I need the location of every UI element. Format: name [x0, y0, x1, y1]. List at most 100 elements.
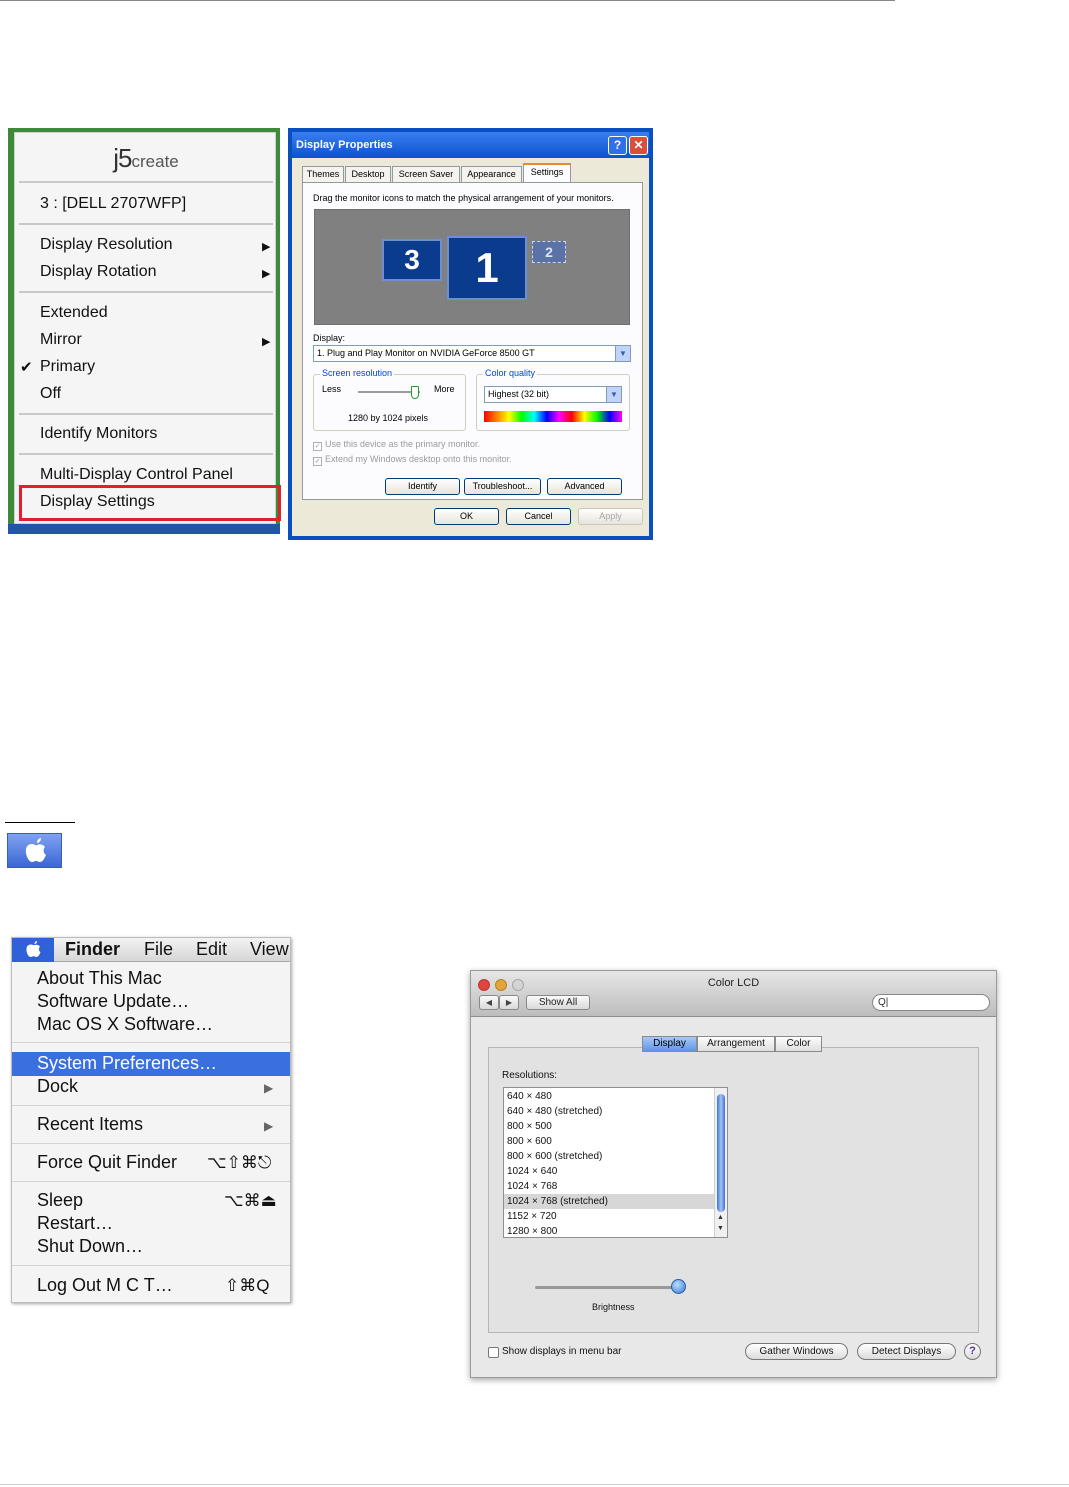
list-item[interactable]: 640 × 480 (stretched) [504, 1104, 714, 1119]
troubleshoot-button[interactable]: Troubleshoot... [464, 478, 541, 495]
color-quality-value: Highest (32 bit) [488, 389, 550, 399]
checkbox-icon[interactable]: ✓ [313, 457, 322, 466]
ok-button[interactable]: OK [434, 508, 499, 525]
advanced-button[interactable]: Advanced [547, 478, 622, 495]
j5-context-menu: j5create 3 : [DELL 2707WFP] Display Reso… [14, 132, 281, 524]
color-spectrum [484, 411, 622, 422]
forward-button[interactable]: ▶ [499, 995, 519, 1010]
primary-monitor-checkbox[interactable]: ✓ Use this device as the primary monitor. [313, 439, 480, 451]
monitor-1-icon[interactable]: 1 [447, 236, 527, 300]
list-item[interactable]: 800 × 500 [504, 1119, 714, 1134]
menu-item-shut-down[interactable]: Shut Down… [37, 1236, 143, 1257]
help-button[interactable]: ? [964, 1343, 981, 1360]
monitor-arrangement[interactable]: 3 1 2 [314, 209, 630, 325]
submenu-arrow-icon: ▶ [262, 336, 271, 348]
menu-item-mirror[interactable]: Mirror [40, 331, 82, 349]
brightness-slider-thumb[interactable] [670, 1279, 686, 1294]
show-displays-label: Show displays in menu bar [502, 1346, 622, 1357]
monitor-2-icon[interactable]: 2 [532, 241, 566, 263]
identify-button[interactable]: Identify [385, 478, 460, 495]
help-button[interactable]: ? [608, 136, 627, 155]
list-item[interactable]: 800 × 600 [504, 1134, 714, 1149]
gather-windows-button[interactable]: Gather Windows [745, 1343, 848, 1360]
menu-bar-file[interactable]: File [144, 939, 173, 960]
screen-resolution-label: Screen resolution [320, 368, 395, 378]
resolution-slider-thumb[interactable] [411, 386, 419, 399]
brightness-slider-track[interactable] [535, 1286, 685, 1289]
apple-glyph [25, 838, 46, 862]
menu-item-sleep[interactable]: Sleep [37, 1190, 83, 1211]
close-button[interactable]: ✕ [629, 136, 648, 155]
menu-item-recent-items[interactable]: Recent Items [37, 1114, 143, 1135]
scrollbar-thumb[interactable] [717, 1094, 725, 1212]
extend-desktop-label: Extend my Windows desktop onto this moni… [325, 454, 512, 464]
display-properties-dialog: Display Properties ? ✕ Themes Desktop Sc… [288, 128, 653, 540]
menu-bar-edit[interactable]: Edit [196, 939, 227, 960]
tab-desktop[interactable]: Desktop [345, 166, 391, 182]
menu-item-primary[interactable]: Primary [40, 358, 95, 376]
checkbox-icon[interactable]: ✓ [313, 442, 322, 451]
menu-item-display-rotation[interactable]: Display Rotation [40, 263, 157, 281]
menu-item-force-quit[interactable]: Force Quit Finder [37, 1152, 177, 1173]
list-item[interactable]: 1024 × 768 [504, 1179, 714, 1194]
menu-item-restart[interactable]: Restart… [37, 1213, 113, 1234]
tab-settings[interactable]: Settings [523, 163, 571, 183]
tab-color[interactable]: Color [775, 1036, 822, 1052]
force-quit-shortcut: ⌥⇧⌘⎋ [207, 1153, 272, 1172]
apple-menu: Finder File Edit View About This Mac Sof… [11, 937, 291, 1303]
apply-button[interactable]: Apply [578, 508, 643, 525]
menu-item-display-resolution[interactable]: Display Resolution [40, 236, 173, 254]
menu-bar-view[interactable]: View [250, 939, 289, 960]
list-item[interactable]: 800 × 600 (stretched) [504, 1149, 714, 1164]
detect-displays-button[interactable]: Detect Displays [857, 1343, 956, 1360]
list-item[interactable]: 640 × 480 [504, 1089, 714, 1104]
tab-display[interactable]: Display [642, 1036, 697, 1052]
menu-item-mac-os-software[interactable]: Mac OS X Software… [37, 1014, 213, 1035]
primary-monitor-label: Use this device as the primary monitor. [325, 439, 481, 449]
chevron-down-icon[interactable]: ▼ [606, 387, 621, 402]
menu-bar-finder[interactable]: Finder [65, 939, 120, 960]
menu-item-identify-monitors[interactable]: Identify Monitors [40, 425, 157, 443]
display-select[interactable]: 1. Plug and Play Monitor on NVIDIA GeFor… [313, 345, 631, 362]
list-scrollbar[interactable]: ▲ ▼ [714, 1088, 727, 1237]
menu-item-monitor[interactable]: 3 : [DELL 2707WFP] [40, 195, 186, 213]
list-item[interactable]: 1280 × 800 [504, 1224, 714, 1237]
search-input[interactable]: Q| [872, 994, 990, 1011]
tab-arrangement[interactable]: Arrangement [697, 1036, 775, 1052]
extend-desktop-checkbox[interactable]: ✓ Extend my Windows desktop onto this mon… [313, 454, 512, 466]
menu-item-extended[interactable]: Extended [40, 304, 108, 322]
chevron-down-icon[interactable]: ▼ [615, 346, 630, 361]
menu-item-log-out[interactable]: Log Out M C T… [37, 1275, 173, 1296]
back-button[interactable]: ◀ [479, 995, 499, 1010]
log-out-shortcut: ⇧⌘Q [225, 1276, 270, 1295]
cancel-button[interactable]: Cancel [506, 508, 571, 525]
tab-appearance[interactable]: Appearance [461, 166, 522, 182]
menu-bar: Finder File Edit View [12, 938, 290, 962]
menu-item-dock[interactable]: Dock [37, 1076, 78, 1097]
color-quality-select[interactable]: Highest (32 bit) ▼ [484, 386, 622, 403]
j5-logo: j5create [113, 143, 179, 173]
list-item[interactable]: 1024 × 640 [504, 1164, 714, 1179]
show-displays-checkbox[interactable] [488, 1347, 499, 1358]
scroll-down-icon[interactable]: ▼ [717, 1225, 724, 1232]
monitor-3-icon[interactable]: 3 [382, 239, 442, 281]
dialog-title: Display Properties [292, 132, 649, 158]
show-all-button[interactable]: Show All [526, 995, 590, 1010]
menu-item-off[interactable]: Off [40, 385, 61, 403]
list-item-selected[interactable]: 1024 × 768 (stretched) [504, 1194, 714, 1209]
resolutions-list[interactable]: 640 × 480 640 × 480 (stretched) 800 × 50… [503, 1087, 728, 1238]
apple-menu-button[interactable] [12, 938, 54, 962]
menu-item-control-panel[interactable]: Multi-Display Control Panel [40, 466, 233, 484]
menu-separator [12, 1042, 290, 1043]
tab-themes[interactable]: Themes [302, 166, 344, 182]
resolutions-label: Resolutions: [502, 1070, 558, 1081]
scroll-up-icon[interactable]: ▲ [717, 1214, 724, 1221]
list-item[interactable]: 1152 × 720 [504, 1209, 714, 1224]
bottom-rule [0, 1484, 1069, 1485]
submenu-arrow-icon: ▶ [264, 1081, 274, 1095]
tab-screen-saver[interactable]: Screen Saver [392, 166, 460, 182]
menu-separator [12, 1265, 290, 1266]
menu-item-software-update[interactable]: Software Update… [37, 991, 189, 1012]
menu-item-about[interactable]: About This Mac [37, 968, 162, 989]
menu-item-system-preferences[interactable]: System Preferences… [37, 1053, 217, 1074]
